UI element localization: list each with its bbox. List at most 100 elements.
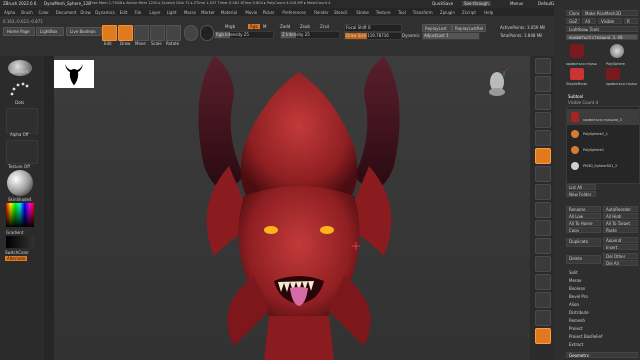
live-boolean-button[interactable]: Live Boolean <box>66 27 102 36</box>
current-tool-slider[interactable]: кривиться страшна_3. 48 <box>566 34 638 40</box>
scale-button[interactable] <box>150 25 165 41</box>
zoom-icon[interactable] <box>535 112 551 128</box>
gradient-swatch[interactable] <box>6 236 34 248</box>
menu-document[interactable]: Document <box>56 10 77 15</box>
draw-button[interactable] <box>118 25 133 41</box>
r-button[interactable]: R <box>624 18 638 24</box>
linefill-icon[interactable] <box>535 292 551 308</box>
zoom3d-icon[interactable] <box>535 256 551 272</box>
local-icon[interactable] <box>535 184 551 200</box>
spix-icon[interactable] <box>535 76 551 92</box>
menu-help[interactable]: Help <box>484 10 493 15</box>
transp-icon[interactable] <box>535 310 551 326</box>
menu-tool[interactable]: Tool <box>398 10 406 15</box>
rename-button[interactable]: Rename <box>566 206 601 212</box>
menu-dynamics[interactable]: Dynamics <box>95 10 115 15</box>
stroke-thumbnail[interactable] <box>8 80 32 100</box>
color-picker[interactable] <box>6 203 34 227</box>
menu-draw[interactable]: Draw <box>80 10 90 15</box>
menu-marker[interactable]: Marker <box>201 10 215 15</box>
menu-zscript[interactable]: Zscript <box>462 10 476 15</box>
extract-menu[interactable]: Extract <box>566 341 638 347</box>
frame-icon[interactable] <box>535 220 551 236</box>
menu-stencil[interactable]: Stencil <box>334 10 348 15</box>
align-menu[interactable]: Align <box>566 301 638 307</box>
remesh-menu[interactable]: Remesh <box>566 317 638 323</box>
menu-picker[interactable]: Picker <box>263 10 275 15</box>
append-button[interactable]: Append <box>603 237 638 243</box>
all-to-home-button[interactable]: All To Home <box>566 220 601 226</box>
bpr-icon[interactable] <box>535 58 551 74</box>
subtool-header[interactable]: Subtool <box>568 94 583 99</box>
all-low-button[interactable]: All Low <box>566 213 601 219</box>
scroll-icon[interactable] <box>535 94 551 110</box>
menus-toggle[interactable]: Menus <box>510 1 523 6</box>
menu-light[interactable]: Light <box>167 10 177 15</box>
navigation-head[interactable] <box>486 68 508 100</box>
material-sphere-button[interactable] <box>184 25 198 41</box>
subtool-item-3[interactable]: PolySphere1 <box>567 143 639 157</box>
switchcolor-button[interactable]: SwitchColor <box>5 250 29 255</box>
rotate-view-icon[interactable] <box>535 274 551 290</box>
distribute-menu[interactable]: Distribute <box>566 309 638 315</box>
boolean-menu[interactable]: Boolean <box>566 285 638 291</box>
menu-transform[interactable]: Transform <box>413 10 433 15</box>
menu-file[interactable]: File <box>135 10 142 15</box>
menu-zplugin[interactable]: Zplugin <box>440 10 455 15</box>
texture-button[interactable] <box>200 25 214 41</box>
zcut-button[interactable]: Zcut <box>320 24 329 29</box>
new-folder-button[interactable]: New Folder <box>566 191 596 197</box>
menu-material[interactable]: Material <box>221 10 237 15</box>
project-basrelief-menu[interactable]: Project BasRelief <box>566 333 638 339</box>
actual-icon[interactable] <box>535 130 551 146</box>
zadd-button[interactable]: Zadd <box>280 24 290 29</box>
move-view-icon[interactable] <box>535 238 551 254</box>
duplicate-button[interactable]: Duplicate <box>566 238 601 247</box>
m-button[interactable]: M <box>263 24 266 29</box>
menu-texture[interactable]: Texture <box>376 10 391 15</box>
make-polymesh-button[interactable]: Make PolyMesh3D <box>582 10 638 16</box>
menu-preferences[interactable]: Preferences <box>282 10 306 15</box>
merge-menu[interactable]: Merge <box>566 277 638 283</box>
rgb-button[interactable]: Rgb <box>248 24 260 29</box>
rotate-button[interactable] <box>166 25 181 41</box>
menu-color[interactable]: Color <box>39 10 49 15</box>
all-high-button[interactable]: All High <box>603 213 638 219</box>
floor-icon[interactable] <box>535 166 551 182</box>
menu-layer[interactable]: Layer <box>149 10 160 15</box>
split-menu[interactable]: Split <box>566 269 638 275</box>
menu-edit[interactable]: Edit <box>120 10 128 15</box>
delete-button[interactable]: Delete <box>566 255 601 264</box>
edit-button[interactable] <box>102 25 117 41</box>
tool-thumb-4[interactable] <box>606 68 620 80</box>
geometry-menu[interactable]: Geometry <box>566 352 638 358</box>
xyz-icon[interactable] <box>535 202 551 218</box>
subtool-item-1[interactable]: кривиться страшна_3 <box>567 109 639 125</box>
subtool-item-4[interactable]: PM3D_Sphere3D1_2 <box>567 159 639 173</box>
subtool-item-2[interactable]: PolySphere1_1 <box>567 127 639 141</box>
alternate-button[interactable]: Alternate <box>5 256 28 261</box>
quicksave-button[interactable]: QuickSave <box>432 1 453 6</box>
tool-thumb-3[interactable] <box>570 68 584 80</box>
persp-icon[interactable] <box>535 148 551 164</box>
copy-button[interactable]: Copy <box>566 227 601 233</box>
list-all-button[interactable]: List All <box>566 184 596 190</box>
tool-thumb-2[interactable] <box>610 44 624 58</box>
tool-thumb-1[interactable] <box>570 44 584 58</box>
menu-macro[interactable]: Macro <box>184 10 196 15</box>
zsub-button[interactable]: Zsub <box>300 24 310 29</box>
menu-render[interactable]: Render <box>314 10 328 15</box>
clone-button[interactable]: Clone <box>566 10 580 16</box>
bevel-pro-menu[interactable]: Bevel Pro <box>566 293 638 299</box>
texture-thumbnail[interactable] <box>6 140 38 164</box>
dynamic-button[interactable]: Dynamic <box>402 33 420 38</box>
replaylastrel-button[interactable]: ReplayLastRel <box>452 24 486 32</box>
menu-stroke[interactable]: Stroke <box>356 10 369 15</box>
replaylast-button[interactable]: ReplayLast <box>422 24 452 32</box>
seethrough-slider[interactable]: See-through <box>462 1 491 6</box>
all-button[interactable]: All <box>582 18 596 24</box>
lightbox-button[interactable]: LightBox <box>36 27 64 36</box>
project-menu[interactable]: Project <box>566 325 638 331</box>
all-to-target-button[interactable]: All To Target <box>603 220 638 226</box>
autoreorder-button[interactable]: AutoReorder <box>603 206 638 212</box>
